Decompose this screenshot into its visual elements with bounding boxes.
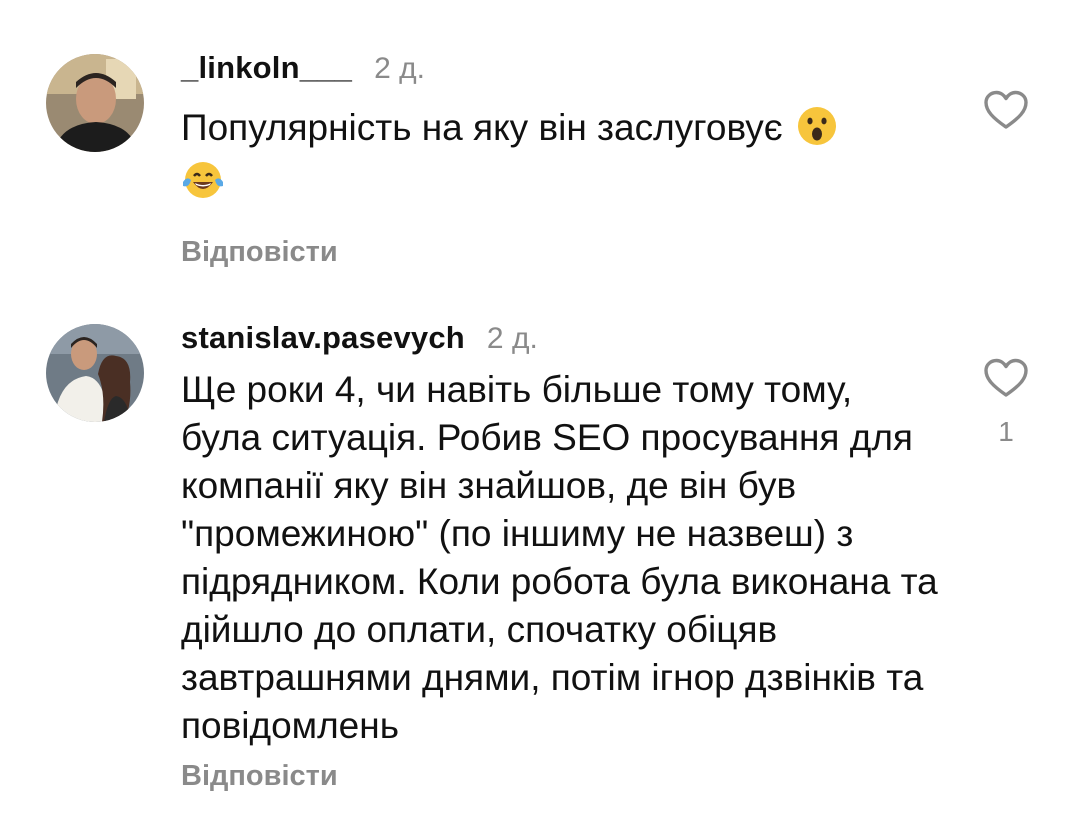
avatar[interactable] [46, 324, 144, 422]
avatar[interactable] [46, 54, 144, 152]
reply-button[interactable]: Відповісти [181, 760, 338, 793]
comment-text: Ще роки 4, чи навіть більше тому тому, б… [181, 369, 938, 746]
comment-timestamp: 2 д. [486, 322, 538, 355]
like-count: 1 [998, 416, 1014, 447]
comment-username[interactable]: stanislav.pasevych [181, 320, 465, 356]
comment-text: Популярність на яку він заслуговує [181, 104, 881, 212]
comment-username[interactable]: _linkoln___ [181, 50, 352, 86]
hushed-face-emoji [797, 106, 837, 158]
heart-outline-icon[interactable] [982, 90, 1030, 130]
reply-button[interactable]: Відповісти [181, 236, 338, 269]
comment-text-content: Популярність на яку він заслуговує [181, 107, 783, 148]
like-button[interactable] [982, 90, 1030, 148]
like-button[interactable]: 1 [982, 358, 1030, 448]
tears-of-joy-emoji [181, 160, 225, 212]
comment-timestamp: 2 д. [374, 52, 425, 85]
heart-outline-icon[interactable] [982, 358, 1030, 398]
